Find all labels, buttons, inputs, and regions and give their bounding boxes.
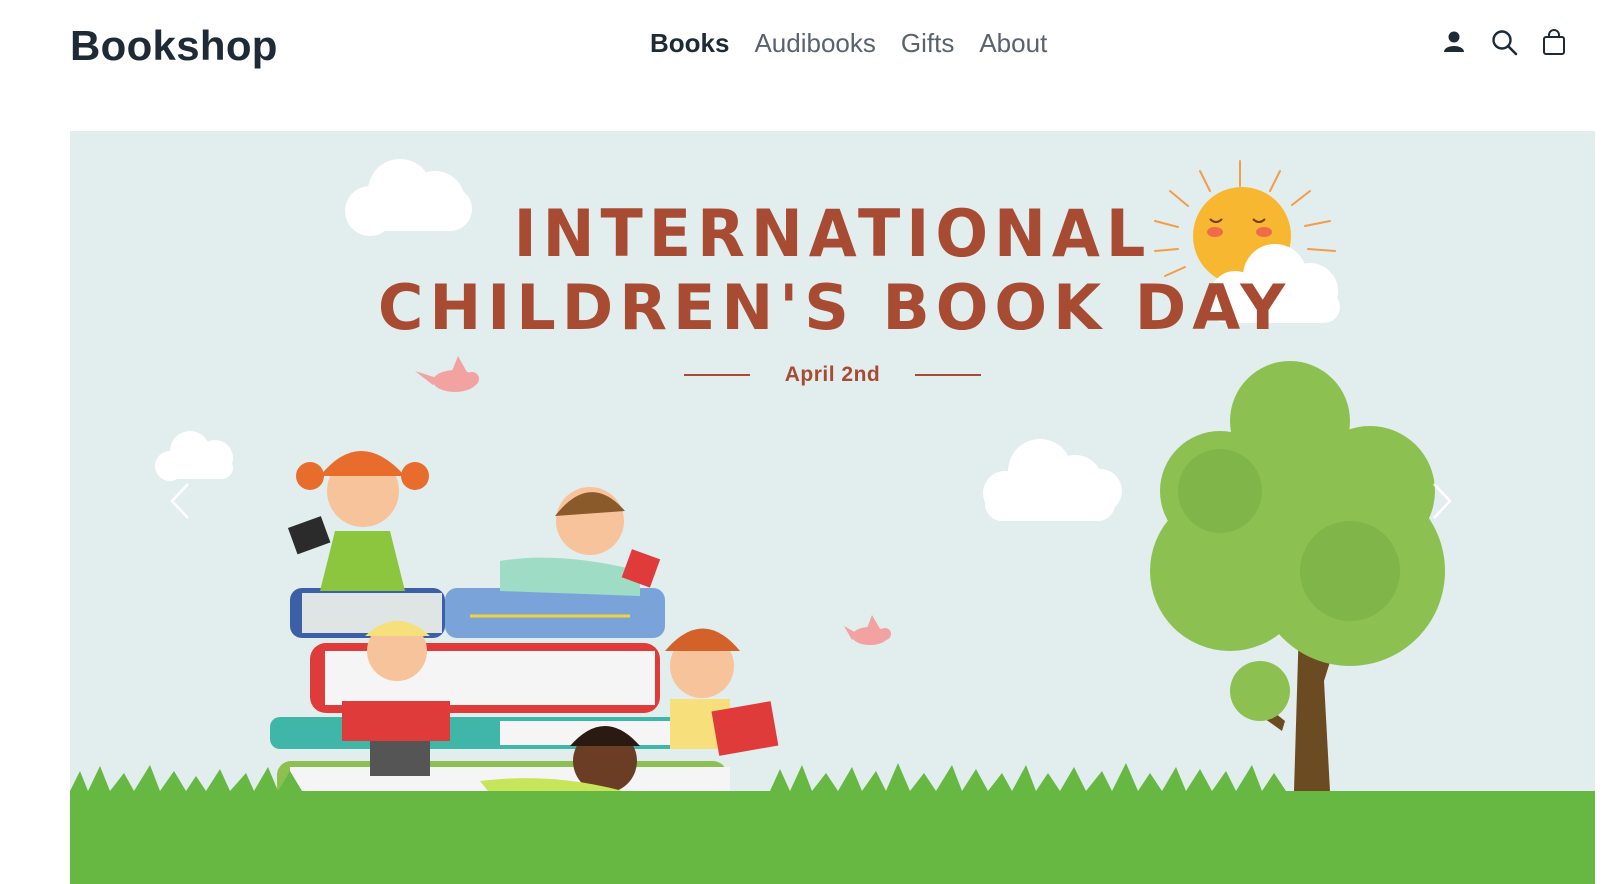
user-icon[interactable] xyxy=(1440,28,1468,56)
search-icon[interactable] xyxy=(1490,28,1518,56)
cloud-left xyxy=(155,431,233,481)
nav-books[interactable]: Books xyxy=(650,28,729,59)
cloud-middle xyxy=(983,439,1122,521)
site-logo[interactable]: Bookshop xyxy=(70,22,278,70)
tree xyxy=(1150,361,1445,791)
hero-title-line2: CHILDREN'S BOOK DAY xyxy=(377,271,1292,344)
date-divider-left xyxy=(684,374,751,376)
book-stack xyxy=(270,588,730,811)
chevron-left-icon[interactable] xyxy=(162,476,202,526)
child-girl-top xyxy=(287,451,429,591)
main-nav: Books Audibooks Gifts About xyxy=(650,28,1047,59)
nav-audibooks[interactable]: Audibooks xyxy=(754,28,875,59)
site-header: Bookshop Books Audibooks Gifts About xyxy=(0,0,1606,100)
nav-about[interactable]: About xyxy=(979,28,1047,59)
hero-banner: INTERNATIONAL CHILDREN'S BOOK DAY April … xyxy=(70,131,1595,884)
hero-date-row: April 2nd xyxy=(70,363,1595,387)
hero-date: April 2nd xyxy=(784,363,881,386)
shopping-bag-icon[interactable] xyxy=(1540,28,1568,56)
nav-gifts[interactable]: Gifts xyxy=(901,28,954,59)
chevron-right-icon[interactable] xyxy=(1420,476,1460,526)
child-boy-right xyxy=(665,628,779,756)
child-boy-top xyxy=(500,487,661,596)
hero-title-line1: INTERNATIONAL xyxy=(513,195,1152,272)
header-icons xyxy=(1440,28,1568,56)
date-divider-right xyxy=(914,374,981,376)
bird-right xyxy=(844,615,891,645)
